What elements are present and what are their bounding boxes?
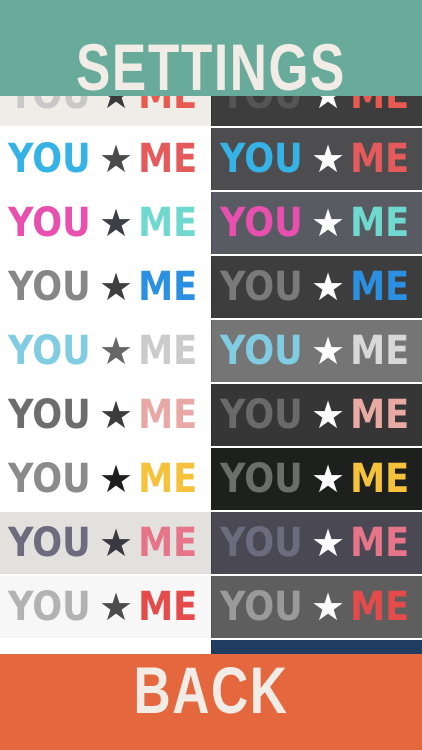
back-button[interactable]: BACK — [46, 642, 375, 738]
you-label: YOU — [8, 584, 91, 630]
star-icon: ★ — [98, 201, 134, 245]
you-label: YOU — [220, 328, 303, 374]
you-label: YOU — [220, 456, 303, 502]
star-icon: ★ — [98, 265, 134, 309]
theme-row: YOU★MEYOU★ME — [0, 320, 422, 382]
star-icon: ★ — [310, 329, 346, 373]
theme-option-light[interactable]: YOU★ME — [0, 256, 211, 318]
star-icon: ★ — [98, 585, 134, 629]
theme-option-dark[interactable]: YOU★ME — [211, 512, 422, 574]
you-label: YOU — [220, 520, 303, 566]
theme-option-light[interactable]: YOU★ME — [0, 576, 211, 638]
me-label: ME — [138, 328, 198, 374]
me-label: ME — [350, 456, 410, 502]
you-label: YOU — [8, 264, 91, 310]
theme-list-content: YOU ★ ME YOU ★ ME YOU ★ ME YOU ★ ME YOU ★ ME YOU ★ ME YOU ★… — [0, 96, 422, 654]
theme-option-dark[interactable]: YOU★ME — [211, 256, 422, 318]
you-label: YOU — [8, 328, 91, 374]
you-label: YOU — [8, 392, 91, 438]
you-label: YOU — [8, 520, 91, 566]
me-label: ME — [138, 456, 198, 502]
star-icon: ★ — [310, 137, 346, 181]
star-icon: ★ — [310, 585, 346, 629]
me-label: ME — [138, 584, 198, 630]
theme-list[interactable]: YOU ★ ME YOU ★ ME YOU ★ ME YOU ★ ME YOU ★ ME YOU ★ ME YOU ★… — [0, 96, 422, 654]
theme-option-light[interactable]: YOU★ME — [0, 448, 211, 510]
me-label: ME — [350, 584, 410, 630]
star-icon: ★ — [310, 393, 346, 437]
you-label: YOU — [220, 264, 303, 310]
theme-option-light[interactable]: YOU★ME — [0, 384, 211, 446]
you-label: YOU — [8, 200, 91, 246]
you-label: YOU — [220, 584, 303, 630]
theme-option-light[interactable]: YOU★ME — [0, 512, 211, 574]
theme-row: YOU★MEYOU★ME — [0, 448, 422, 510]
star-icon: ★ — [310, 201, 346, 245]
you-label: YOU — [220, 392, 303, 438]
me-label: ME — [350, 328, 410, 374]
theme-option-dark[interactable]: YOU★ME — [211, 384, 422, 446]
me-label: ME — [138, 520, 198, 566]
theme-option-light[interactable]: YOU★ME — [0, 320, 211, 382]
star-icon: ★ — [98, 137, 134, 181]
me-label: ME — [350, 264, 410, 310]
page-title: SETTINGS — [76, 30, 346, 104]
theme-option-light[interactable]: YOU★ME — [0, 128, 211, 190]
star-icon: ★ — [310, 457, 346, 501]
star-icon: ★ — [310, 265, 346, 309]
star-icon: ★ — [98, 393, 134, 437]
star-icon: ★ — [98, 457, 134, 501]
theme-row: YOU★MEYOU★ME — [0, 576, 422, 638]
theme-row: YOU★MEYOU★ME — [0, 256, 422, 318]
you-label: YOU — [8, 456, 91, 502]
you-label: YOU — [8, 136, 91, 182]
star-icon: ★ — [98, 329, 134, 373]
me-label: ME — [138, 264, 198, 310]
you-label: YOU — [220, 136, 303, 182]
theme-row: YOU★MEYOU★ME — [0, 512, 422, 574]
theme-option-dark[interactable]: YOU★ME — [211, 128, 422, 190]
theme-option-dark[interactable]: YOU★ME — [211, 576, 422, 638]
star-icon: ★ — [98, 521, 134, 565]
me-label: ME — [350, 200, 410, 246]
me-label: ME — [350, 136, 410, 182]
theme-option-dark[interactable]: YOU★ME — [211, 448, 422, 510]
theme-option-light[interactable]: YOU★ME — [0, 192, 211, 254]
star-icon: ★ — [310, 521, 346, 565]
me-label: ME — [138, 392, 198, 438]
me-label: ME — [138, 136, 198, 182]
me-label: ME — [138, 200, 198, 246]
theme-row: YOU★MEYOU★ME — [0, 128, 422, 190]
theme-option-dark[interactable]: YOU★ME — [211, 192, 422, 254]
theme-option-dark[interactable]: YOU★ME — [211, 320, 422, 382]
me-label: ME — [350, 520, 410, 566]
you-label: YOU — [220, 200, 303, 246]
me-label: ME — [350, 392, 410, 438]
theme-row: YOU★MEYOU★ME — [0, 192, 422, 254]
theme-row: YOU★MEYOU★ME — [0, 384, 422, 446]
